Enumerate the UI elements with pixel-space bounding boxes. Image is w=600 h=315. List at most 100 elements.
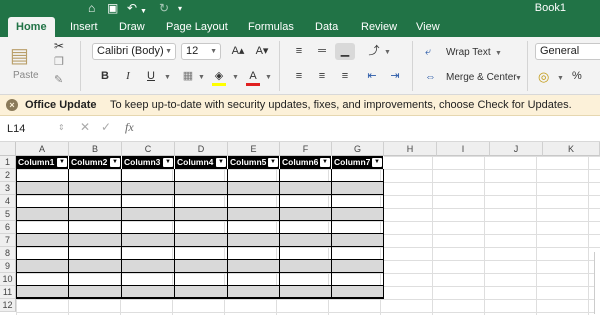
save-icon[interactable]: ▣ xyxy=(107,1,118,16)
filter-dropdown-icon[interactable]: ▼ xyxy=(163,158,173,167)
tab-view[interactable]: View xyxy=(416,17,440,37)
table-cell[interactable] xyxy=(280,208,332,221)
table-header-cell[interactable]: Column4 ▼ xyxy=(175,156,228,169)
table-cell[interactable] xyxy=(175,169,228,182)
redo-icon[interactable]: ↻ xyxy=(159,1,169,16)
table-cell[interactable] xyxy=(280,182,332,195)
filter-dropdown-icon[interactable]: ▼ xyxy=(372,158,382,167)
table-cell[interactable] xyxy=(332,247,384,260)
column-header[interactable]: K xyxy=(543,142,600,156)
row-header[interactable]: 12 xyxy=(0,299,16,312)
table-cell[interactable] xyxy=(175,195,228,208)
vertical-scrollbar[interactable] xyxy=(594,252,600,314)
table-cell[interactable] xyxy=(122,273,175,286)
tab-home[interactable]: Home xyxy=(8,17,55,37)
column-header[interactable]: D xyxy=(175,142,228,156)
tab-data[interactable]: Data xyxy=(315,17,338,37)
merge-center-button[interactable]: Merge & Center xyxy=(446,72,517,83)
column-header[interactable]: A xyxy=(16,142,69,156)
chevron-down-icon[interactable]: ▼ xyxy=(557,75,564,82)
table-cell[interactable] xyxy=(228,273,280,286)
column-header[interactable]: E xyxy=(228,142,280,156)
column-header[interactable]: J xyxy=(490,142,543,156)
table-cell[interactable] xyxy=(175,286,228,299)
filter-dropdown-icon[interactable]: ▼ xyxy=(268,158,278,167)
row-header[interactable]: 1 xyxy=(0,156,16,169)
decrease-indent-button[interactable]: ⇤ xyxy=(362,68,382,85)
align-center-button[interactable]: ≡ xyxy=(312,68,332,85)
column-header[interactable]: H xyxy=(384,142,437,156)
table-cell[interactable] xyxy=(122,182,175,195)
decrease-font-size-button[interactable]: A▾ xyxy=(252,43,272,60)
font-name-select[interactable]: Calibri (Body) ▼ xyxy=(92,43,176,60)
paste-icon[interactable]: ▤ xyxy=(10,43,29,68)
copy-icon[interactable]: ❐ xyxy=(54,55,64,68)
filter-dropdown-icon[interactable]: ▼ xyxy=(110,158,120,167)
table-cell[interactable] xyxy=(175,234,228,247)
table-cell[interactable] xyxy=(175,208,228,221)
cut-icon[interactable]: ✂ xyxy=(54,39,64,53)
borders-icon[interactable]: ▦ xyxy=(178,68,198,85)
chevron-down-icon[interactable]: ▼ xyxy=(384,49,391,56)
underline-button[interactable]: U xyxy=(141,68,161,85)
table-cell[interactable] xyxy=(122,221,175,234)
align-left-button[interactable]: ≡ xyxy=(289,68,309,85)
filter-dropdown-icon[interactable]: ▼ xyxy=(216,158,226,167)
cancel-icon[interactable]: ✕ xyxy=(80,120,90,134)
table-cell[interactable] xyxy=(332,286,384,299)
table-cell[interactable] xyxy=(228,182,280,195)
tab-formulas[interactable]: Formulas xyxy=(248,17,294,37)
table-cell[interactable] xyxy=(16,260,69,273)
enter-icon[interactable]: ✓ xyxy=(101,120,111,134)
table-cell[interactable] xyxy=(228,195,280,208)
row-header[interactable]: 8 xyxy=(0,247,16,260)
table-cell[interactable] xyxy=(122,286,175,299)
tab-page-layout[interactable]: Page Layout xyxy=(166,17,228,37)
align-top-button[interactable]: ≡ xyxy=(289,43,309,60)
table-cell[interactable] xyxy=(175,247,228,260)
table-cell[interactable] xyxy=(69,221,122,234)
wrap-text-icon[interactable]: ⤶ xyxy=(425,46,431,59)
table-cell[interactable] xyxy=(280,247,332,260)
column-header[interactable]: G xyxy=(332,142,384,156)
table-cell[interactable] xyxy=(175,182,228,195)
name-box[interactable]: L14 xyxy=(5,121,65,138)
undo-icon[interactable]: ↶ xyxy=(127,1,137,16)
row-header[interactable]: 11 xyxy=(0,286,16,299)
table-cell[interactable] xyxy=(228,234,280,247)
table-cell[interactable] xyxy=(332,260,384,273)
format-painter-icon[interactable]: ✎ xyxy=(54,73,63,86)
table-cell[interactable] xyxy=(175,260,228,273)
row-header[interactable]: 10 xyxy=(0,273,16,286)
table-cell[interactable] xyxy=(280,234,332,247)
row-header[interactable]: 5 xyxy=(0,208,16,221)
table-cell[interactable] xyxy=(69,260,122,273)
row-header[interactable]: 3 xyxy=(0,182,16,195)
table-cell[interactable] xyxy=(122,260,175,273)
table-cell[interactable] xyxy=(69,234,122,247)
table-cell[interactable] xyxy=(228,221,280,234)
table-cell[interactable] xyxy=(122,247,175,260)
align-middle-button[interactable]: ═ xyxy=(312,43,332,60)
table-header-cell[interactable]: Column6 ▼ xyxy=(280,156,332,169)
chevron-down-icon[interactable]: ▼ xyxy=(164,74,171,81)
chevron-down-icon[interactable]: ▼ xyxy=(515,75,522,82)
increase-indent-button[interactable]: ⇥ xyxy=(385,68,405,85)
table-cell[interactable] xyxy=(280,195,332,208)
customize-toolbar-icon[interactable]: ▾ xyxy=(178,1,182,16)
table-cell[interactable] xyxy=(122,169,175,182)
percent-button[interactable]: % xyxy=(572,70,582,82)
table-cell[interactable] xyxy=(280,273,332,286)
table-cell[interactable] xyxy=(332,182,384,195)
table-cell[interactable] xyxy=(69,286,122,299)
row-header[interactable]: 6 xyxy=(0,221,16,234)
wrap-text-button[interactable]: Wrap Text xyxy=(446,47,491,58)
increase-font-size-button[interactable]: A▴ xyxy=(228,43,248,60)
orientation-icon[interactable]: ⤴ xyxy=(364,43,384,60)
column-header[interactable]: C xyxy=(122,142,175,156)
table-cell[interactable] xyxy=(332,195,384,208)
table-cell[interactable] xyxy=(175,273,228,286)
table-cell[interactable] xyxy=(69,195,122,208)
accounting-format-icon[interactable]: ◎ xyxy=(538,69,549,85)
table-cell[interactable] xyxy=(228,247,280,260)
